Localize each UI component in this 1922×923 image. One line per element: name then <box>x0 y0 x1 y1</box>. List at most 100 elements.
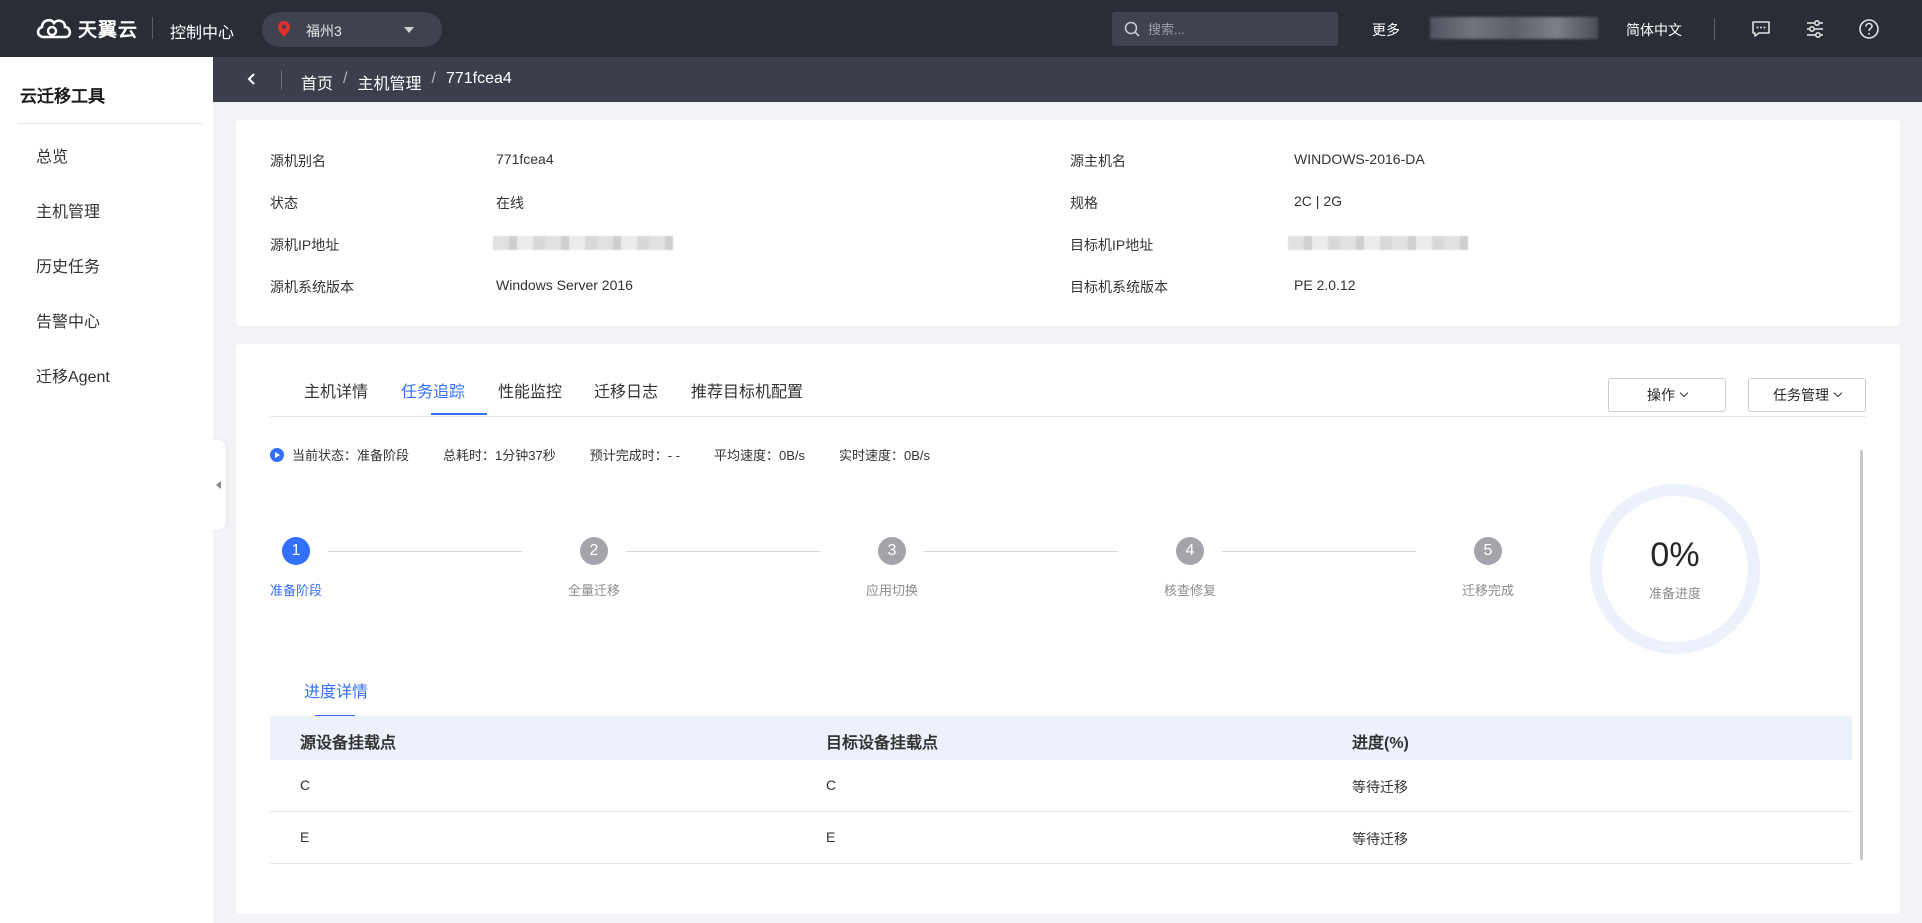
console-link[interactable]: 控制中心 <box>170 19 234 43</box>
breadcrumb-home[interactable]: 首页 <box>301 70 333 94</box>
host-info-card: 源机别名 771fcea4 状态 在线 源机IP地址 源机系统版本 Window… <box>236 120 1900 326</box>
average-speed: 平均速度：0B/s <box>714 448 806 463</box>
scrollbar[interactable] <box>1860 450 1863 860</box>
progress-cell: 等待迁移 <box>1352 831 1408 847</box>
breadcrumb-current: 771fcea4 <box>445 70 512 87</box>
back-arrow-icon[interactable] <box>245 72 259 86</box>
task-tracking-card: 主机详情 任务追踪 性能监控 迁移日志 推荐目标机配置 操作 任务管理 当前状态… <box>236 344 1900 914</box>
sidebar-item-overview[interactable]: 总览 <box>36 143 68 167</box>
collapse-arrow-icon <box>216 481 221 489</box>
task-manage-button-label: 任务管理 <box>1773 387 1829 403</box>
operate-button-label: 操作 <box>1647 387 1675 403</box>
brand-logo[interactable]: 天翼云 <box>34 14 138 42</box>
search-input[interactable] <box>1148 19 1328 39</box>
step-connector <box>924 551 1118 552</box>
column-target-mount: 目标设备挂载点 <box>826 735 939 752</box>
current-status: 当前状态：准备阶段 <box>292 448 410 463</box>
target-mount-cell: E <box>826 829 836 845</box>
step-connector <box>626 551 820 552</box>
sidebar-title: 云迁移工具 <box>20 87 105 106</box>
sidebar-collapse-handle[interactable] <box>210 440 226 530</box>
sidebar: 云迁移工具 总览 主机管理 历史任务 告警中心 迁移Agent <box>0 57 213 923</box>
step-1-circle: 1 <box>282 537 310 565</box>
operate-dropdown-button[interactable]: 操作 <box>1608 378 1726 412</box>
active-tab-indicator <box>431 413 487 415</box>
play-status-icon <box>270 447 284 462</box>
column-progress: 进度(%) <box>1352 735 1409 752</box>
search-icon <box>1124 21 1140 37</box>
info-value: WINDOWS-2016-DA <box>1294 151 1425 167</box>
breadcrumb-separator: / <box>431 70 436 87</box>
settings-sliders-icon[interactable] <box>1804 18 1826 40</box>
cloud-logo-icon <box>36 18 72 39</box>
tab-divider <box>270 416 1866 417</box>
info-key: 源主机名 <box>1070 153 1126 169</box>
caret-down-icon <box>404 27 414 33</box>
divider <box>152 17 153 39</box>
table-header: 源设备挂载点 目标设备挂载点 进度(%) <box>270 716 1852 760</box>
elapsed-time: 总耗时：1分钟37秒 <box>443 448 556 463</box>
task-manage-dropdown-button[interactable]: 任务管理 <box>1748 378 1866 412</box>
table-row: E E 等待迁移 <box>270 812 1852 864</box>
tab-performance-monitor[interactable]: 性能监控 <box>498 378 562 402</box>
step-3-label: 应用切换 <box>866 583 919 598</box>
realtime-speed: 实时速度：0B/s <box>839 448 931 463</box>
info-key: 源机系统版本 <box>270 279 354 295</box>
info-key: 状态 <box>270 195 298 211</box>
language-switch[interactable]: 简体中文 <box>1626 20 1682 40</box>
step-2-label: 全量迁移 <box>568 583 621 598</box>
search-box[interactable] <box>1112 12 1338 46</box>
status-summary: 当前状态：准备阶段 总耗时：1分钟37秒 预计完成时：- - 平均速度：0B/s… <box>270 445 964 464</box>
location-pin-icon <box>278 21 290 37</box>
info-value: Windows Server 2016 <box>496 277 633 293</box>
step-connector <box>328 551 522 552</box>
breadcrumb: 首页 / 主机管理 / 771fcea4 <box>301 70 512 94</box>
tab-progress-details[interactable]: 进度详情 <box>304 678 368 702</box>
info-key: 源机IP地址 <box>270 237 340 253</box>
region-label: 福州3 <box>306 23 342 39</box>
more-menu[interactable]: 更多 <box>1372 20 1400 40</box>
info-key: 目标机系统版本 <box>1070 279 1168 295</box>
info-value: PE 2.0.12 <box>1294 277 1356 293</box>
tab-recommended-config[interactable]: 推荐目标机配置 <box>691 378 803 402</box>
sidebar-item-migration-agent[interactable]: 迁移Agent <box>36 363 110 387</box>
step-connector <box>1222 551 1416 552</box>
step-3-circle: 3 <box>878 537 906 565</box>
info-value: 2C | 2G <box>1294 193 1342 209</box>
chevron-down-icon <box>1833 388 1843 398</box>
info-key: 目标机IP地址 <box>1070 237 1154 253</box>
column-source-mount: 源设备挂载点 <box>300 735 397 752</box>
message-icon[interactable] <box>1750 18 1772 40</box>
sidebar-item-history-tasks[interactable]: 历史任务 <box>36 253 100 277</box>
tab-migration-log[interactable]: 迁移日志 <box>594 378 658 402</box>
divider <box>1714 18 1715 40</box>
tab-host-details[interactable]: 主机详情 <box>304 378 368 402</box>
info-value: 771fcea4 <box>496 151 554 167</box>
step-2-circle: 2 <box>580 537 608 565</box>
tab-task-tracking[interactable]: 任务追踪 <box>401 378 465 402</box>
divider <box>281 70 282 90</box>
step-4-label: 核查修复 <box>1164 583 1217 598</box>
info-value: 在线 <box>496 195 524 211</box>
step-1-label: 准备阶段 <box>270 583 323 598</box>
sidebar-item-alert-center[interactable]: 告警中心 <box>36 308 100 332</box>
source-ip-redacted <box>493 236 673 250</box>
info-key: 规格 <box>1070 195 1098 211</box>
chevron-down-icon <box>1679 388 1689 398</box>
region-selector[interactable]: 福州3 <box>262 12 442 47</box>
target-mount-cell: C <box>826 777 837 793</box>
sidebar-item-host-management[interactable]: 主机管理 <box>36 198 100 222</box>
breadcrumb-separator: / <box>343 70 348 87</box>
account-info[interactable] <box>1430 17 1598 39</box>
info-key: 源机别名 <box>270 153 326 169</box>
progress-cell: 等待迁移 <box>1352 779 1408 795</box>
help-icon[interactable] <box>1858 18 1880 40</box>
source-mount-cell: C <box>300 777 311 793</box>
progress-value: 0% <box>1650 536 1700 574</box>
breadcrumb-host-management[interactable]: 主机管理 <box>357 70 421 94</box>
table-row: C C 等待迁移 <box>270 760 1852 812</box>
brand-name: 天翼云 <box>78 19 139 41</box>
progress-label: 准备进度 <box>1648 586 1701 601</box>
top-navbar: 天翼云 控制中心 福州3 更多 简体中文 <box>0 0 1922 57</box>
breadcrumb-bar: 首页 / 主机管理 / 771fcea4 <box>213 57 1922 102</box>
